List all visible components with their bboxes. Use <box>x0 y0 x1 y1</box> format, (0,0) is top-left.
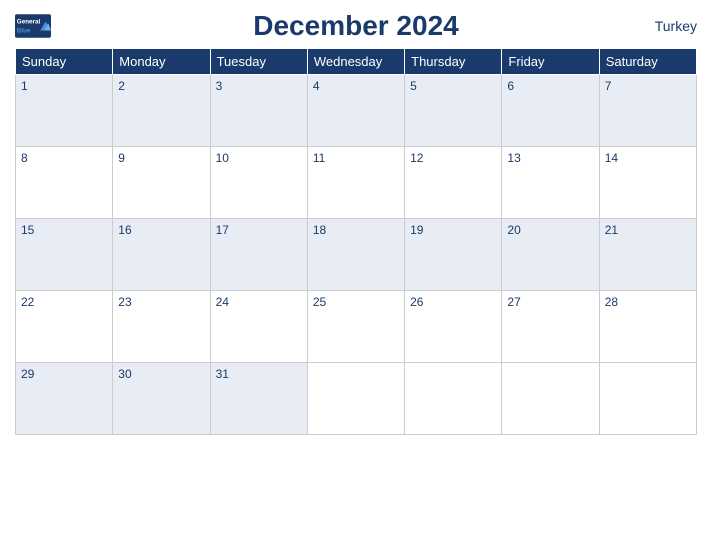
header-monday: Monday <box>113 49 210 75</box>
calendar-day-cell: 17 <box>210 219 307 291</box>
calendar-day-cell: 19 <box>405 219 502 291</box>
calendar-week-row: 8 9 10 11 12 13 14 <box>16 147 697 219</box>
calendar-week-row: 29 30 31 <box>16 363 697 435</box>
day-number: 11 <box>313 151 325 165</box>
calendar-body: 1234567891011121314151617181920212223242… <box>16 75 697 435</box>
calendar-day-cell: 29 <box>16 363 113 435</box>
header-saturday: Saturday <box>599 49 696 75</box>
header-friday: Friday <box>502 49 599 75</box>
calendar-day-cell <box>502 363 599 435</box>
calendar-day-cell: 5 <box>405 75 502 147</box>
calendar-day-cell: 30 <box>113 363 210 435</box>
calendar-day-cell <box>307 363 404 435</box>
calendar-day-cell: 20 <box>502 219 599 291</box>
day-number: 14 <box>605 151 618 165</box>
calendar-day-cell: 26 <box>405 291 502 363</box>
calendar-day-cell: 8 <box>16 147 113 219</box>
day-number: 24 <box>216 295 229 309</box>
calendar-container: General Blue December 2024 Turkey Sunday… <box>0 0 712 550</box>
calendar-day-cell: 14 <box>599 147 696 219</box>
svg-text:General: General <box>17 18 41 25</box>
calendar-day-cell: 9 <box>113 147 210 219</box>
weekday-header-row: Sunday Monday Tuesday Wednesday Thursday… <box>16 49 697 75</box>
calendar-header: General Blue December 2024 Turkey <box>15 10 697 42</box>
day-number: 30 <box>118 367 131 381</box>
calendar-day-cell: 28 <box>599 291 696 363</box>
calendar-day-cell: 16 <box>113 219 210 291</box>
calendar-day-cell: 12 <box>405 147 502 219</box>
calendar-day-cell <box>599 363 696 435</box>
country-label: Turkey <box>655 18 697 34</box>
header-sunday: Sunday <box>16 49 113 75</box>
calendar-day-cell: 15 <box>16 219 113 291</box>
header-tuesday: Tuesday <box>210 49 307 75</box>
svg-text:Blue: Blue <box>17 27 31 34</box>
calendar-week-row: 1 2 3 4 5 6 7 <box>16 75 697 147</box>
header-thursday: Thursday <box>405 49 502 75</box>
day-number: 15 <box>21 223 34 237</box>
day-number: 5 <box>410 79 417 93</box>
calendar-day-cell: 2 <box>113 75 210 147</box>
day-number: 22 <box>21 295 34 309</box>
calendar-day-cell: 18 <box>307 219 404 291</box>
calendar-day-cell: 23 <box>113 291 210 363</box>
day-number: 12 <box>410 151 423 165</box>
day-number: 20 <box>507 223 520 237</box>
day-number: 28 <box>605 295 618 309</box>
day-number: 4 <box>313 79 320 93</box>
day-number: 9 <box>118 151 125 165</box>
day-number: 2 <box>118 79 125 93</box>
day-number: 23 <box>118 295 131 309</box>
calendar-day-cell: 7 <box>599 75 696 147</box>
day-number: 25 <box>313 295 326 309</box>
day-number: 31 <box>216 367 229 381</box>
calendar-week-row: 15 16 17 18 19 20 21 <box>16 219 697 291</box>
day-number: 8 <box>21 151 28 165</box>
calendar-day-cell <box>405 363 502 435</box>
calendar-day-cell: 4 <box>307 75 404 147</box>
day-number: 6 <box>507 79 514 93</box>
calendar-week-row: 22 23 24 25 26 27 28 <box>16 291 697 363</box>
calendar-day-cell: 22 <box>16 291 113 363</box>
calendar-day-cell: 10 <box>210 147 307 219</box>
day-number: 19 <box>410 223 423 237</box>
logo: General Blue <box>15 14 51 38</box>
calendar-day-cell: 1 <box>16 75 113 147</box>
day-number: 7 <box>605 79 612 93</box>
calendar-day-cell: 25 <box>307 291 404 363</box>
day-number: 10 <box>216 151 229 165</box>
calendar-day-cell: 24 <box>210 291 307 363</box>
day-number: 21 <box>605 223 618 237</box>
day-number: 1 <box>21 79 28 93</box>
calendar-table: Sunday Monday Tuesday Wednesday Thursday… <box>15 48 697 435</box>
day-number: 26 <box>410 295 423 309</box>
day-number: 27 <box>507 295 520 309</box>
calendar-day-cell: 3 <box>210 75 307 147</box>
calendar-day-cell: 27 <box>502 291 599 363</box>
calendar-day-cell: 21 <box>599 219 696 291</box>
day-number: 29 <box>21 367 34 381</box>
day-number: 16 <box>118 223 131 237</box>
day-number: 3 <box>216 79 223 93</box>
day-number: 17 <box>216 223 229 237</box>
calendar-title: December 2024 <box>253 10 458 42</box>
day-number: 13 <box>507 151 520 165</box>
day-number: 18 <box>313 223 326 237</box>
calendar-day-cell: 11 <box>307 147 404 219</box>
header-wednesday: Wednesday <box>307 49 404 75</box>
calendar-day-cell: 6 <box>502 75 599 147</box>
calendar-day-cell: 13 <box>502 147 599 219</box>
calendar-day-cell: 31 <box>210 363 307 435</box>
